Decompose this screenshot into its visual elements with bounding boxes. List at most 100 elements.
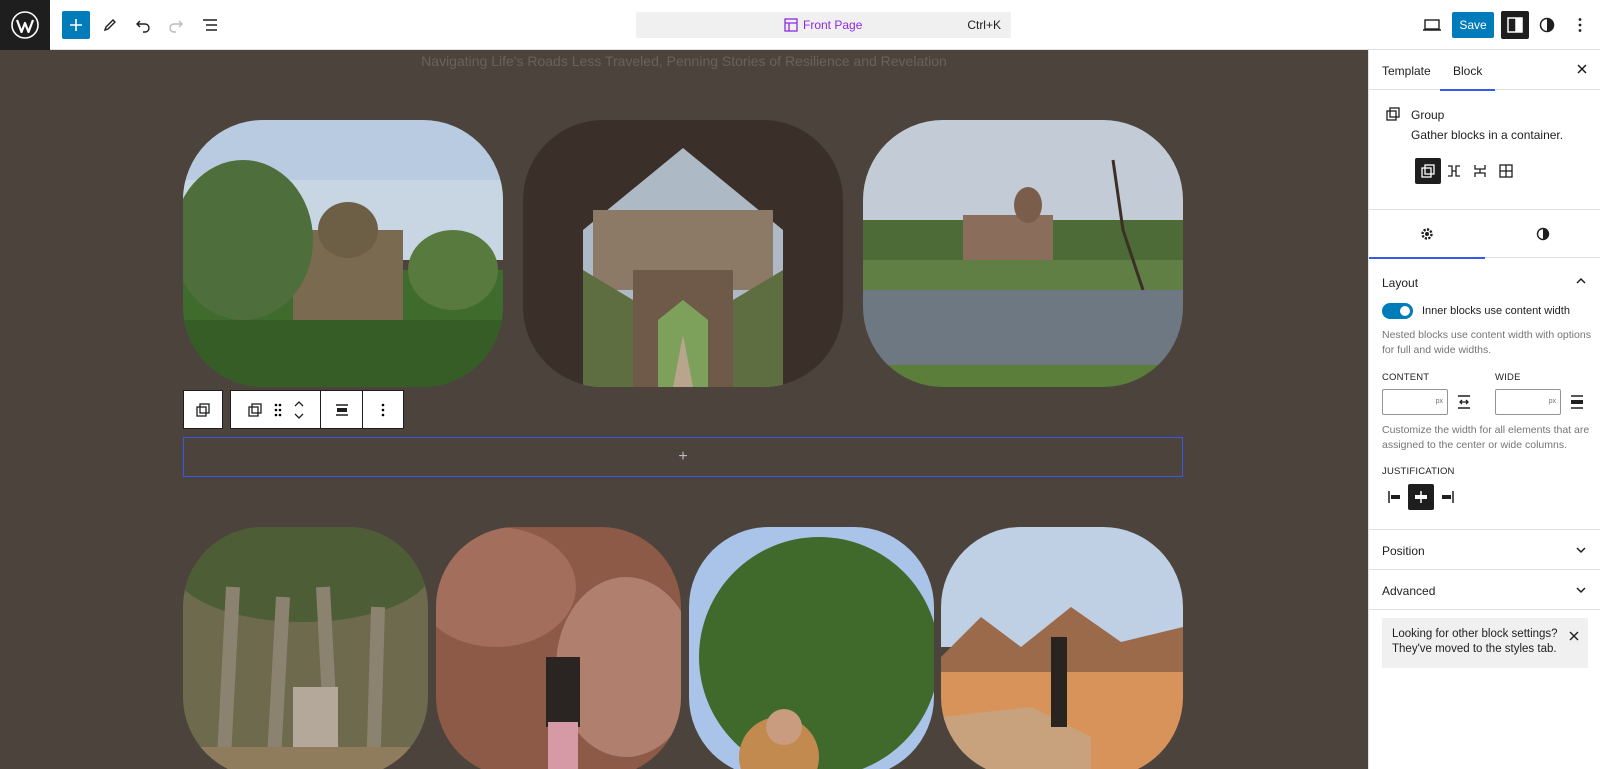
group-icon [196,402,210,417]
block-toolbar [230,390,404,429]
sidebar-tabs: Template Block [1369,50,1600,91]
justify-left-button[interactable] [1382,484,1408,510]
contrast-icon [1539,17,1555,33]
justify-center-icon [1458,395,1470,409]
variation-group-button[interactable] [1415,158,1441,184]
block-title: Group [1411,108,1445,122]
block-variations [1415,158,1519,184]
tools-button[interactable] [96,11,124,39]
justification-group [1382,484,1460,510]
layout-panel-title[interactable]: Layout [1382,276,1418,290]
shortcut-hint: Ctrl+K [967,18,1001,32]
stretch-wide-icon [1571,395,1583,409]
site-tagline[interactable]: Navigating Life's Roads Less Traveled, P… [0,53,1368,69]
grid-icon [1499,164,1513,178]
content-width-toggle-label: Inner blocks use content width [1422,305,1570,317]
photo-lake-ruins[interactable] [863,120,1183,387]
redo-button[interactable] [162,11,190,39]
block-description: Gather blocks in a container. [1411,128,1564,142]
justify-right-icon [1442,491,1454,503]
redo-icon [169,20,183,33]
styles-button[interactable] [1533,11,1561,39]
photo-red-rocks[interactable] [436,527,681,769]
row-icon [1448,165,1460,177]
justify-center-button[interactable] [1408,484,1434,510]
unit-label: px [1435,398,1443,405]
list-view-icon [203,19,217,31]
document-overview-button[interactable] [196,11,224,39]
settings-styles-tabs [1369,210,1600,259]
tab-settings[interactable] [1369,210,1485,259]
photo-banyan-tree[interactable] [183,527,428,769]
editor-header: Front Page Ctrl+K Save [0,0,1600,50]
justify-center-icon [335,403,348,416]
more-vertical-icon [381,403,385,416]
block-card: Group Gather blocks in a container. [1369,90,1600,210]
block-appender[interactable]: + [183,437,1183,477]
undo-icon [136,20,150,33]
content-width-input[interactable]: px [1382,389,1448,415]
tab-styles[interactable] [1485,210,1600,258]
more-vertical-icon [1578,18,1582,32]
position-panel[interactable]: Position [1369,530,1600,570]
undo-button[interactable] [129,11,157,39]
editor-canvas[interactable]: Navigating Life's Roads Less Traveled, P… [0,50,1368,769]
preview-button[interactable] [1418,11,1446,39]
tab-block[interactable]: Block [1439,64,1496,91]
sidebar-icon [1507,17,1523,33]
content-width-toggle[interactable] [1382,303,1413,319]
content-width-help: Nested blocks use content width with opt… [1382,329,1591,356]
content-width-label: CONTENT [1382,372,1430,383]
styles-moved-notice: Looking for other block settings? They'v… [1382,618,1588,668]
command-palette-bar[interactable]: Front Page Ctrl+K [636,12,1011,38]
justify-right-button[interactable] [1434,484,1460,510]
desktop-icon [1423,19,1441,31]
justify-left-icon [1388,491,1400,503]
align-button[interactable] [321,391,363,428]
plus-icon [70,19,82,31]
group-icon[interactable] [247,402,263,418]
chevron-down-icon [1576,587,1586,594]
variation-grid-button[interactable] [1493,158,1519,184]
justification-label: JUSTIFICATION [1382,466,1455,477]
block-mover-group [231,391,321,428]
variation-row-button[interactable] [1441,158,1467,184]
select-parent-block-button[interactable] [183,390,223,429]
photo-fruit-tree[interactable] [689,527,934,769]
group-icon [1421,164,1435,178]
position-panel-title: Position [1382,544,1425,558]
notice-text: Looking for other block settings? They'v… [1392,628,1558,655]
move-up-down-icon[interactable] [293,399,305,421]
contrast-icon [1536,227,1550,241]
tab-template[interactable]: Template [1382,64,1431,78]
variation-stack-button[interactable] [1467,158,1493,184]
block-inserter-button[interactable] [62,11,90,39]
options-menu-button[interactable] [1566,11,1594,39]
width-help: Customize the width for all elements tha… [1382,424,1590,451]
wordpress-logo-button[interactable] [0,0,50,50]
advanced-panel[interactable]: Advanced [1369,570,1600,610]
wordpress-icon [11,11,39,39]
chevron-down-icon [1576,547,1586,554]
drag-handle-icon[interactable] [273,402,283,418]
wide-width-input[interactable]: px [1495,389,1561,415]
block-settings-sidebar: Template Block Group Gather blocks in a … [1368,50,1600,769]
photo-desert[interactable] [941,527,1183,769]
close-icon[interactable] [1568,630,1580,642]
photo-fort-gateway[interactable] [523,120,843,387]
justify-center-icon [1415,491,1427,503]
unit-label: px [1548,398,1556,405]
settings-toggle-button[interactable] [1501,11,1529,39]
group-icon [1386,107,1400,121]
wide-width-label: WIDE [1495,372,1521,383]
stack-icon [1474,165,1486,177]
pencil-icon [103,19,116,32]
advanced-panel-title: Advanced [1382,584,1436,598]
document-title: Front Page [803,18,863,32]
template-icon [784,18,798,32]
block-options-button[interactable] [363,391,403,428]
chevron-up-icon[interactable] [1574,274,1588,288]
save-button[interactable]: Save [1452,12,1494,38]
close-icon[interactable] [1574,61,1590,77]
photo-tomb-landscape[interactable] [183,120,503,387]
